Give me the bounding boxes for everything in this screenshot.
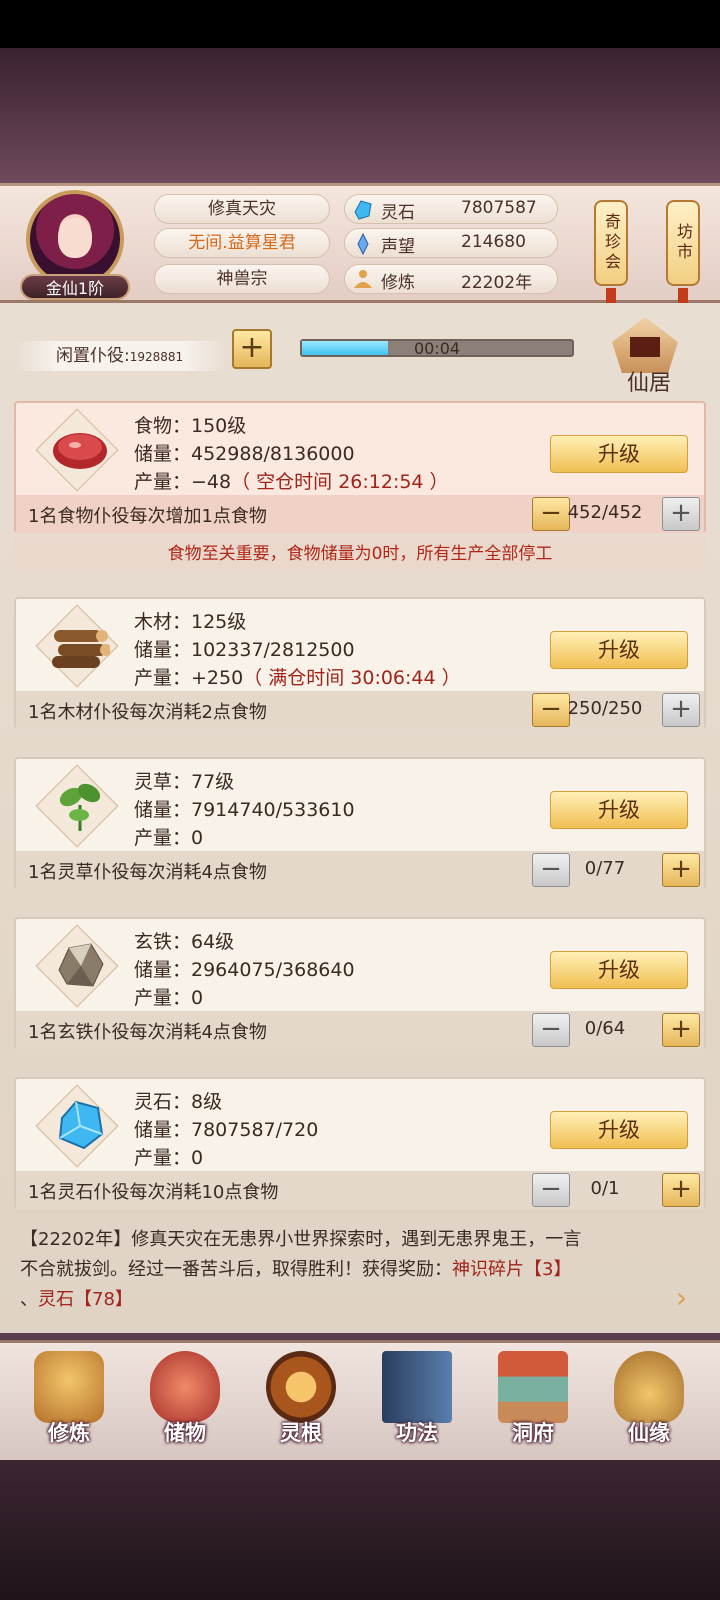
stat-spirit-stone: 灵石 7807587 [344, 194, 558, 224]
worker-count: 250/250 [567, 698, 643, 719]
rank-label: 金仙1阶 [20, 274, 130, 300]
skill-book-icon [382, 1351, 452, 1423]
resource-card-wood: 木材：125级 储量：102337/2812500 产量：+250（ 满仓时间 … [14, 597, 706, 729]
nav-storage[interactable]: 储物 [130, 1349, 240, 1461]
increase-button[interactable]: + [662, 853, 700, 887]
upgrade-button[interactable]: 升级 [550, 951, 688, 989]
market-button[interactable]: 坊市 [666, 200, 700, 286]
reputation-icon [351, 232, 375, 256]
increase-button[interactable]: + [662, 1173, 700, 1207]
upgrade-button[interactable]: 升级 [550, 435, 688, 473]
bottom-nav: 修炼 储物 灵根 功法 洞府 仙缘 [0, 1340, 720, 1460]
worker-strip: 1名灵草仆役每次消耗4点食物 − 0/77 + [16, 851, 704, 889]
sect-pill[interactable]: 神兽宗 [154, 264, 330, 294]
avatar[interactable]: 金仙1阶 [20, 190, 130, 300]
increase-button[interactable]: + [662, 1013, 700, 1047]
meat-icon [50, 421, 110, 477]
nav-spirit-root[interactable]: 灵根 [246, 1349, 356, 1461]
servant-progress-bar: 00:04 [300, 339, 574, 358]
residence-label[interactable]: 仙居 [604, 365, 694, 396]
stat-reputation: 声望 214680 [344, 228, 558, 258]
crystal-icon [50, 1097, 110, 1153]
status-bar [0, 0, 720, 48]
log-line: 不合就拔剑。经过一番苦斗后，取得胜利！获得奖励：神识碎片【3】 [20, 1259, 572, 1280]
add-servant-button[interactable]: + [232, 329, 272, 369]
worker-count: 452/452 [567, 502, 643, 523]
event-pill[interactable]: 修真天灾 [154, 194, 330, 224]
fate-icon [614, 1351, 684, 1423]
cultivate-icon [34, 1351, 104, 1423]
upgrade-button[interactable]: 升级 [550, 631, 688, 669]
stat-cultivation: 修炼 22202年 [344, 264, 558, 294]
increase-button[interactable]: + [662, 497, 700, 531]
herb-leaf-icon [50, 777, 110, 833]
idle-servants: 闲置仆役:1928881 [16, 341, 226, 371]
storage-bag-icon [150, 1351, 220, 1423]
worker-strip: 1名食物仆役每次增加1点食物 − 452/452 + [16, 495, 704, 533]
upgrade-button[interactable]: 升级 [550, 791, 688, 829]
increase-button[interactable]: + [662, 693, 700, 727]
progress-timer: 00:04 [413, 339, 461, 358]
nav-cultivate[interactable]: 修炼 [14, 1349, 124, 1461]
resource-card-food: 食物：150级 储量：452988/8136000 产量：−48（ 空仓时间 2… [14, 401, 706, 533]
spirit-root-icon [266, 1351, 336, 1423]
log-line: 【22202年】修真天灾在无患界小世界探索时，遇到无患界鬼王，一言 [20, 1229, 582, 1250]
resource-card-iron: 玄铁：64级 储量：2964075/368640 产量：0 升级 1名玄铁仆役每… [14, 917, 706, 1049]
resource-card-herb: 灵草：77级 储量：7914740/533610 产量：0 升级 1名灵草仆役每… [14, 757, 706, 889]
nav-skills[interactable]: 功法 [362, 1349, 472, 1461]
worker-strip: 1名玄铁仆役每次消耗4点食物 − 0/64 + [16, 1011, 704, 1049]
upgrade-button[interactable]: 升级 [550, 1111, 688, 1149]
player-header: 金仙1阶 修真天灾 无间.益算星君 神兽宗 灵石 7807587 声望 2146… [0, 183, 720, 308]
nav-fate[interactable]: 仙缘 [594, 1349, 704, 1461]
worker-strip: 1名木材仆役每次消耗2点食物 − 250/250 + [16, 691, 704, 729]
iron-ore-icon [50, 937, 110, 993]
event-log[interactable]: 【22202年】修真天灾在无患界小世界探索时，遇到无患界鬼王，一言 不合就拔剑。… [20, 1225, 700, 1325]
worker-strip: 1名灵石仆役每次消耗10点食物 − 0/1 + [16, 1171, 704, 1209]
cultivation-icon [351, 268, 375, 292]
title-pill[interactable]: 无间.益算星君 [154, 228, 330, 258]
log-line: 、灵石【78】 [20, 1289, 133, 1310]
cave-dwelling-icon [498, 1351, 568, 1423]
food-notice: 食物至关重要，食物储量为0时，所有生产全部停工 [14, 537, 706, 571]
nav-cave-dwelling[interactable]: 洞府 [478, 1349, 588, 1461]
worker-count: 0/77 [584, 858, 626, 879]
log-expand-arrow-icon[interactable]: › [676, 1281, 687, 1314]
idle-count: 1928881 [129, 350, 184, 364]
worker-count: 0/1 [590, 1178, 620, 1199]
worker-count: 0/64 [584, 1018, 626, 1039]
logs-icon [50, 617, 110, 673]
background-top [0, 48, 720, 183]
spirit-stone-icon [351, 198, 375, 222]
avatar-face [58, 218, 92, 258]
treasure-fair-button[interactable]: 奇珍会 [594, 200, 628, 286]
production-panel: 闲置仆役:1928881 + 00:04 仙居 食物：150级 储量：45298… [0, 303, 720, 1333]
resource-card-spirit-stone: 灵石：8级 储量：7807587/720 产量：0 升级 1名灵石仆役每次消耗1… [14, 1077, 706, 1209]
